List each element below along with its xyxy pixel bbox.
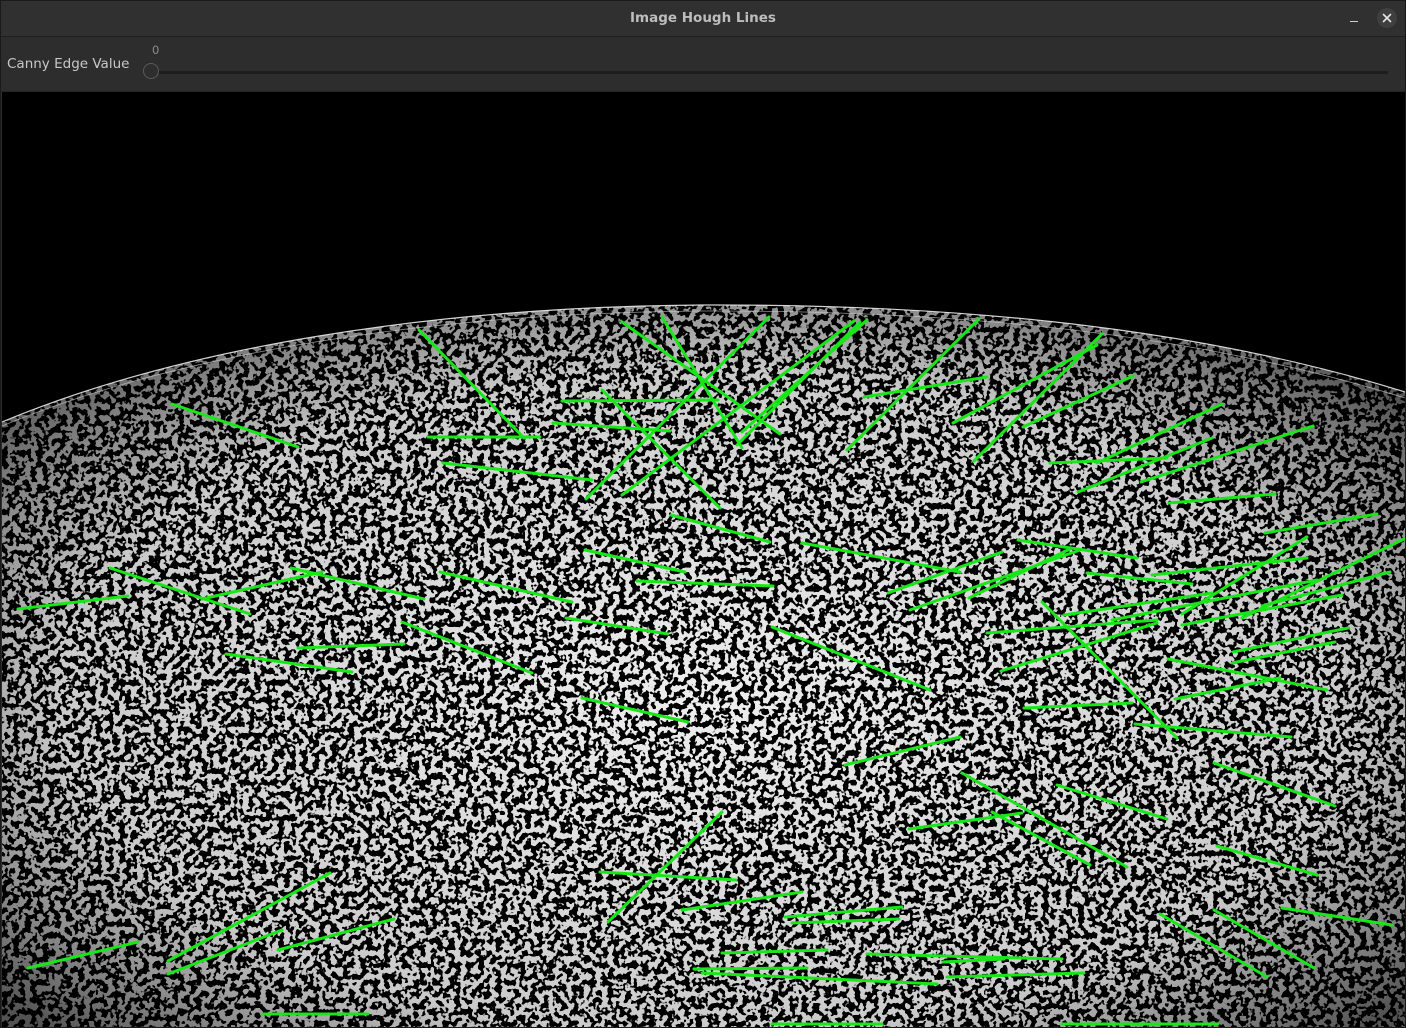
trackbar-track[interactable] [151, 71, 1388, 74]
trackbar-thumb[interactable] [143, 63, 159, 79]
minimize-icon [1350, 20, 1358, 22]
close-icon [1382, 13, 1392, 23]
title-bar[interactable]: Image Hough Lines [1, 1, 1405, 37]
app-window: Image Hough Lines Canny Edge Value 0 [0, 0, 1406, 1028]
close-button[interactable] [1377, 8, 1397, 28]
image-canvas [2, 92, 1405, 1027]
minimize-button[interactable] [1344, 8, 1364, 28]
hough-line [692, 966, 809, 971]
hough-line [560, 398, 720, 403]
edge-texture [2, 92, 1405, 1027]
window-title: Image Hough Lines [630, 10, 776, 26]
hough-lines-image [2, 92, 1405, 1027]
trackbar-label: Canny Edge Value [7, 56, 130, 72]
trackbar-panel: Canny Edge Value 0 [1, 37, 1405, 92]
trackbar-value: 0 [152, 43, 160, 57]
